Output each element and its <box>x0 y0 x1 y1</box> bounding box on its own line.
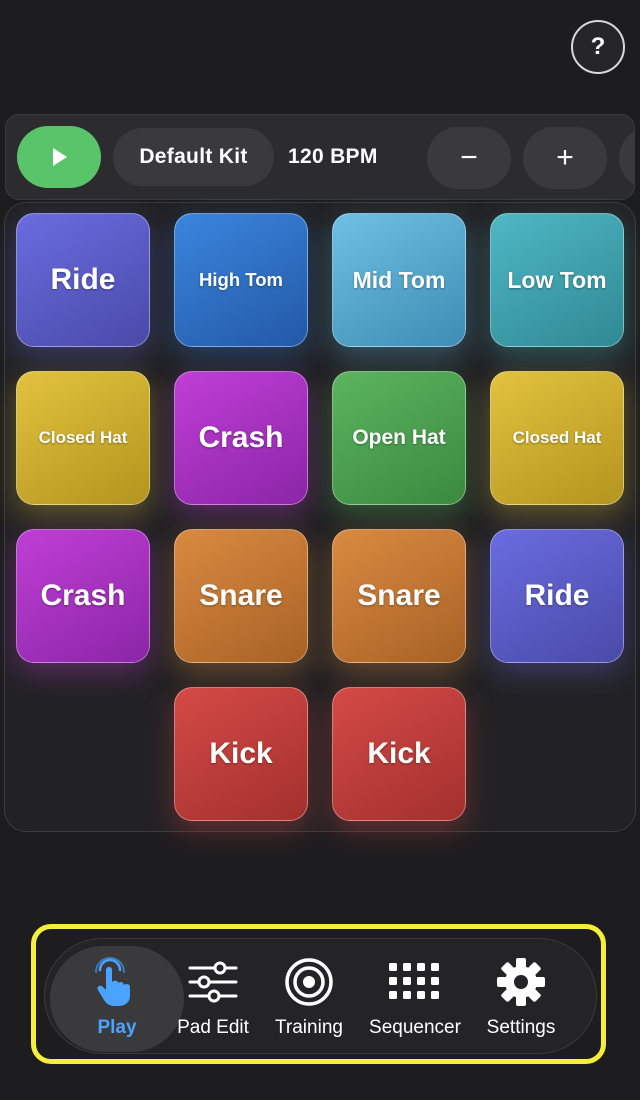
bpm-display: 120 BPM <box>288 145 378 168</box>
transport-toolbar: Default Kit 120 BPM − + <box>5 114 635 200</box>
tap-hand-icon <box>92 955 142 1009</box>
nav-item-play[interactable]: Play <box>72 955 162 1045</box>
drum-pad[interactable]: Crash <box>174 371 308 505</box>
nav-item-sequencer[interactable]: Sequencer <box>360 955 470 1045</box>
nav-label: Settings <box>486 1017 556 1038</box>
nav-item-training[interactable]: Training <box>264 955 354 1045</box>
drum-pad[interactable]: Open Hat <box>332 371 466 505</box>
drum-pad[interactable]: Snare <box>174 529 308 663</box>
drum-pad[interactable]: Mid Tom <box>332 213 466 347</box>
drum-pad[interactable]: Ride <box>16 213 150 347</box>
kit-selector-button[interactable]: Default Kit <box>113 128 274 186</box>
grid-icon <box>389 955 441 1009</box>
play-button[interactable] <box>17 126 101 188</box>
target-icon <box>284 955 334 1009</box>
sliders-icon <box>188 955 238 1009</box>
drum-pad[interactable]: Closed Hat <box>490 371 624 505</box>
nav-label: Sequencer <box>369 1017 461 1038</box>
toolbar-overflow-button[interactable] <box>619 127 634 189</box>
play-icon <box>53 148 67 166</box>
bpm-decrease-button[interactable]: − <box>427 127 511 189</box>
drum-pad[interactable]: Ride <box>490 529 624 663</box>
drum-pad[interactable]: Kick <box>174 687 308 821</box>
drum-pad[interactable]: High Tom <box>174 213 308 347</box>
nav-item-settings[interactable]: Settings <box>476 955 566 1045</box>
nav-label: Pad Edit <box>177 1017 249 1038</box>
nav-label: Play <box>97 1017 137 1038</box>
drum-pad[interactable]: Crash <box>16 529 150 663</box>
drum-pad[interactable]: Closed Hat <box>16 371 150 505</box>
drum-pad[interactable]: Snare <box>332 529 466 663</box>
bpm-increase-button[interactable]: + <box>523 127 607 189</box>
drum-pad[interactable]: Low Tom <box>490 213 624 347</box>
help-button[interactable]: ? <box>571 20 625 74</box>
drum-pad[interactable]: Kick <box>332 687 466 821</box>
drum-pad-grid: Ride High Tom Mid Tom Low Tom Closed Hat… <box>4 202 636 832</box>
nav-label: Training <box>275 1017 343 1038</box>
nav-item-pad-edit[interactable]: Pad Edit <box>168 955 258 1045</box>
gear-icon <box>496 955 546 1009</box>
